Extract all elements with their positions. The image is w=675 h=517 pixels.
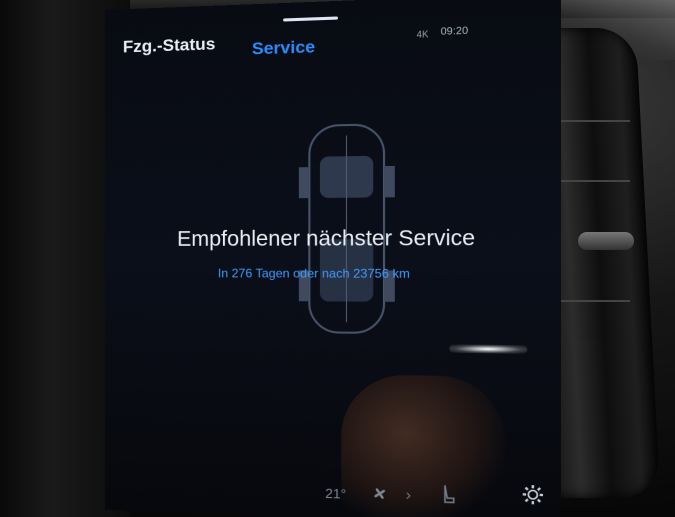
clock: 09:20 xyxy=(440,25,469,38)
connectivity-icon: 4K xyxy=(416,28,429,40)
settings-gear-icon[interactable] xyxy=(522,484,545,506)
service-headline: Empfohlener nächster Service xyxy=(177,226,476,251)
infotainment-screen: Fzg.-Status Service 4K 09:20 Empfohlener… xyxy=(105,0,562,517)
service-due-info: In 276 Tagen oder nach 23756 km xyxy=(217,266,410,281)
vent-knob xyxy=(578,232,634,250)
photo-scene: Fzg.-Status Service 4K 09:20 Empfohlener… xyxy=(0,0,675,517)
swipe-indicator xyxy=(283,16,338,22)
temperature-display[interactable]: 21° xyxy=(325,485,346,501)
chevron-right-icon[interactable]: › xyxy=(406,486,411,504)
vent-slat xyxy=(560,120,630,122)
vent-slat xyxy=(560,180,630,182)
tab-service[interactable]: Service xyxy=(252,37,315,60)
tab-vehicle-status[interactable]: Fzg.-Status xyxy=(123,34,216,57)
vent-slat xyxy=(560,300,630,302)
fan-icon[interactable] xyxy=(371,485,388,502)
seat-heat-icon[interactable] xyxy=(441,483,456,507)
light-glare xyxy=(449,344,528,354)
